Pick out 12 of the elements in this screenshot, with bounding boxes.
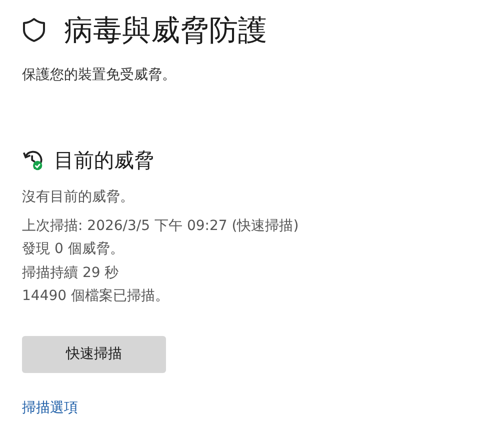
status-text: 沒有目前的威脅。 (22, 188, 134, 207)
history-check-icon (22, 149, 44, 171)
status-text: 發現 0 個威脅。 (22, 240, 124, 259)
status-text: 14490 個檔案已掃描。 (22, 287, 169, 306)
section-heading: 目前的威脅 (54, 147, 154, 174)
shield-icon (22, 17, 46, 43)
page-subtitle: 保護您的裝置免受威脅。 (22, 66, 176, 84)
status-text: 掃描持續 29 秒 (22, 264, 119, 282)
quick-scan-button[interactable]: 快速掃描 (22, 336, 166, 372)
page-title: 病毒與威脅防護 (64, 12, 267, 49)
status-text: 上次掃描: 2026/3/5 下午 09:27 (快速掃描) (22, 216, 299, 236)
scan-options-link[interactable]: 掃描選項 (22, 398, 78, 416)
